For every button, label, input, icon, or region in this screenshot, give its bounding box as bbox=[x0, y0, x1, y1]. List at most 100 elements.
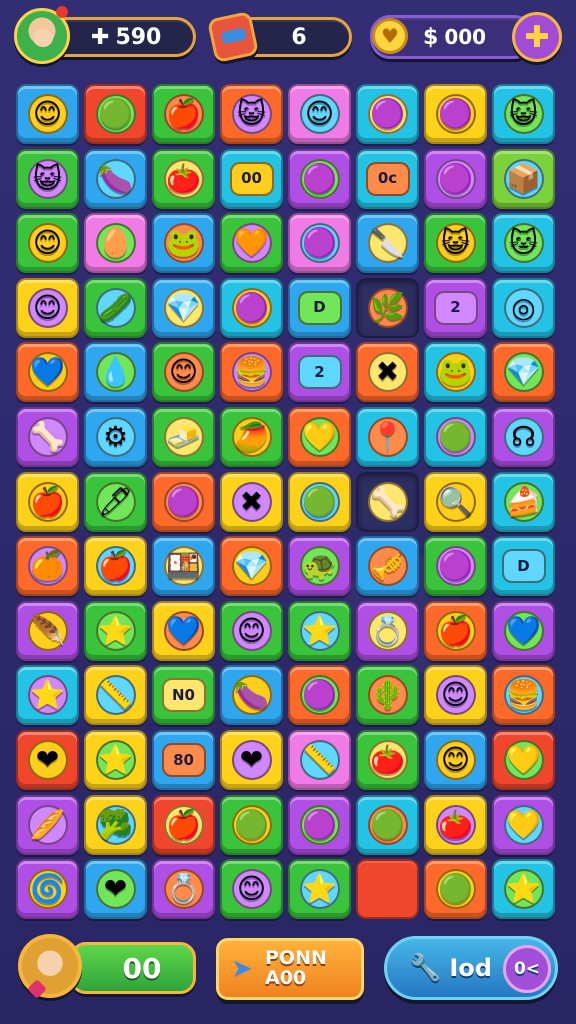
board-tile-r2-c5[interactable]: 🔪 bbox=[356, 213, 419, 274]
board-tile-r11-c5[interactable]: 🟢 bbox=[356, 794, 419, 855]
board-tile-r8-c7[interactable]: 💙 bbox=[492, 600, 555, 661]
board-tile-r9-c6[interactable]: 😊 bbox=[424, 665, 487, 726]
board-tile-r8-c0[interactable]: 🪶 bbox=[16, 600, 79, 661]
board-tile-r5-c2[interactable]: 🧈 bbox=[152, 407, 215, 467]
board-tile-r3-c5[interactable]: 🌿 bbox=[356, 277, 419, 338]
board-tile-r1-c6[interactable]: 🟣 bbox=[424, 148, 487, 209]
board-tile-r6-c3[interactable]: ✖ bbox=[220, 471, 283, 532]
board-tile-r1-c0[interactable]: 😺 bbox=[16, 148, 79, 209]
board-tile-r12-c2[interactable]: 💍 bbox=[152, 859, 215, 920]
board-tile-r8-c5[interactable]: 💍 bbox=[356, 600, 419, 661]
board-tile-r2-c1[interactable]: 🥚 bbox=[84, 213, 147, 274]
board-tile-r3-c3[interactable]: 🟣 bbox=[220, 277, 283, 338]
board-tile-r11-c2[interactable]: 🍎 bbox=[152, 794, 215, 855]
board-tile-r7-c0[interactable]: 🍊 bbox=[16, 536, 79, 597]
board-tile-r1-c1[interactable]: 🍆 bbox=[84, 148, 147, 209]
board-tile-r4-c5[interactable]: ✖ bbox=[356, 342, 419, 403]
add-currency-button[interactable]: ✚ bbox=[512, 12, 562, 62]
board-tile-r7-c3[interactable]: 💎 bbox=[220, 536, 283, 597]
board-tile-r4-c3[interactable]: 🍔 bbox=[220, 342, 283, 403]
board-tile-r8-c3[interactable]: 😊 bbox=[220, 600, 283, 661]
board-tile-r2-c2[interactable]: 🐸 bbox=[152, 213, 215, 274]
board-tile-r10-c4[interactable]: 📏 bbox=[288, 730, 351, 790]
board-tile-r11-c1[interactable]: 🥦 bbox=[84, 794, 147, 855]
board-tile-r8-c1[interactable]: ⭐ bbox=[84, 600, 147, 661]
board-tile-r1-c3[interactable]: 00 bbox=[220, 148, 283, 209]
board-tile-r7-c7[interactable]: D bbox=[492, 536, 555, 597]
board-tile-r12-c4[interactable]: ⭐ bbox=[288, 859, 351, 920]
board-tile-r12-c0[interactable]: 🌀 bbox=[16, 859, 79, 920]
board-tile-r7-c1[interactable]: 🍎 bbox=[84, 536, 147, 597]
board-tile-r6-c6[interactable]: 🔍 bbox=[424, 471, 487, 532]
board-tile-r0-c4[interactable]: 😊 bbox=[288, 84, 351, 144]
board-tile-r9-c4[interactable]: 🟣 bbox=[288, 665, 351, 726]
board-tile-r0-c6[interactable]: 🟣 bbox=[424, 84, 487, 144]
board-tile-r5-c6[interactable]: 🟢 bbox=[424, 407, 487, 467]
board-tile-r7-c5[interactable]: 🎺 bbox=[356, 536, 419, 597]
board-tile-r10-c3[interactable]: ❤ bbox=[220, 730, 283, 790]
board-tile-r11-c4[interactable]: 🟣 bbox=[288, 794, 351, 855]
send-button[interactable]: ➤ PONN A00 bbox=[216, 938, 364, 1000]
board-tile-r0-c3[interactable]: 😺 bbox=[220, 84, 283, 144]
board-tile-r6-c1[interactable]: 🖊 bbox=[84, 471, 147, 532]
board-tile-r3-c6[interactable]: 2 bbox=[424, 277, 487, 338]
board-tile-r0-c7[interactable]: 😺 bbox=[492, 84, 555, 144]
board-tile-r5-c3[interactable]: 🥭 bbox=[220, 407, 283, 467]
player-avatar-bottom[interactable] bbox=[18, 934, 82, 999]
board-tile-r3-c7[interactable]: ◎ bbox=[492, 277, 555, 338]
board-tile-r9-c7[interactable]: 🍔 bbox=[492, 665, 555, 726]
board-tile-r12-c5[interactable] bbox=[356, 859, 419, 920]
board-tile-r4-c6[interactable]: 🐸 bbox=[424, 342, 487, 403]
board-tile-r5-c0[interactable]: 🦴 bbox=[16, 407, 79, 467]
board-tile-r6-c7[interactable]: 🍰 bbox=[492, 471, 555, 532]
board-tile-r3-c4[interactable]: D bbox=[288, 277, 351, 338]
board-tile-r10-c1[interactable]: ⭐ bbox=[84, 730, 147, 790]
board-tile-r2-c0[interactable]: 😊 bbox=[16, 213, 79, 274]
board-tile-r5-c7[interactable]: ☊ bbox=[492, 407, 555, 467]
board-tile-r8-c6[interactable]: 🍎 bbox=[424, 600, 487, 661]
board-tile-r5-c4[interactable]: 💛 bbox=[288, 407, 351, 467]
board-tile-r7-c6[interactable]: 🟣 bbox=[424, 536, 487, 597]
board-tile-r12-c3[interactable]: 😊 bbox=[220, 859, 283, 920]
board-tile-r6-c0[interactable]: 🍎 bbox=[16, 471, 79, 532]
board-tile-r11-c0[interactable]: 🥖 bbox=[16, 794, 79, 855]
board-tile-r7-c2[interactable]: 🍱 bbox=[152, 536, 215, 597]
board-tile-r3-c0[interactable]: 😊 bbox=[16, 277, 79, 338]
board-tile-r2-c3[interactable]: 🧡 bbox=[220, 213, 283, 274]
board-tile-r2-c4[interactable]: 🟣 bbox=[288, 213, 351, 274]
board-tile-r9-c3[interactable]: 🍆 bbox=[220, 665, 283, 726]
board-tile-r6-c4[interactable]: 🟢 bbox=[288, 471, 351, 532]
board-tile-r10-c5[interactable]: 🍅 bbox=[356, 730, 419, 790]
board-tile-r10-c7[interactable]: 💛 bbox=[492, 730, 555, 790]
board-tile-r4-c7[interactable]: 💎 bbox=[492, 342, 555, 403]
board-tile-r10-c2[interactable]: 80 bbox=[152, 730, 215, 790]
board-tile-r0-c1[interactable]: 🟢 bbox=[84, 84, 147, 144]
board-tile-r1-c4[interactable]: 🟣 bbox=[288, 148, 351, 209]
board-tile-r4-c4[interactable]: 2 bbox=[288, 342, 351, 403]
board-tile-r12-c6[interactable]: 🟢 bbox=[424, 859, 487, 920]
board-tile-r4-c1[interactable]: 💧 bbox=[84, 342, 147, 403]
board-tile-r12-c1[interactable]: ❤ bbox=[84, 859, 147, 920]
board-tile-r11-c6[interactable]: 🍅 bbox=[424, 794, 487, 855]
board-tile-r4-c0[interactable]: 💙 bbox=[16, 342, 79, 403]
board-tile-r5-c1[interactable]: ⚙ bbox=[84, 407, 147, 467]
board-tile-r1-c2[interactable]: 🍅 bbox=[152, 148, 215, 209]
board-tile-r8-c4[interactable]: ⭐ bbox=[288, 600, 351, 661]
board-tile-r12-c7[interactable]: ⭐ bbox=[492, 859, 555, 920]
board-tile-r10-c6[interactable]: 😊 bbox=[424, 730, 487, 790]
board-tile-r0-c5[interactable]: 🟣 bbox=[356, 84, 419, 144]
board-tile-r3-c2[interactable]: 💎 bbox=[152, 277, 215, 338]
tools-button[interactable]: 🔧 Iod 0< bbox=[384, 936, 558, 1000]
board-tile-r11-c7[interactable]: 💛 bbox=[492, 794, 555, 855]
board-tile-r9-c2[interactable]: N0 bbox=[152, 665, 215, 726]
board-tile-r7-c4[interactable]: 🐢 bbox=[288, 536, 351, 597]
tools-badge[interactable]: 0< bbox=[503, 945, 551, 993]
board-tile-r1-c5[interactable]: 0c bbox=[356, 148, 419, 209]
board-tile-r9-c1[interactable]: 📏 bbox=[84, 665, 147, 726]
board-tile-r0-c0[interactable]: 😊 bbox=[16, 84, 79, 144]
board-tile-r2-c6[interactable]: 😺 bbox=[424, 213, 487, 274]
board-tile-r5-c5[interactable]: 📍 bbox=[356, 407, 419, 467]
board-tile-r9-c0[interactable]: ⭐ bbox=[16, 665, 79, 726]
board-tile-r10-c0[interactable]: ❤ bbox=[16, 730, 79, 790]
board-tile-r0-c2[interactable]: 🍎 bbox=[152, 84, 215, 144]
